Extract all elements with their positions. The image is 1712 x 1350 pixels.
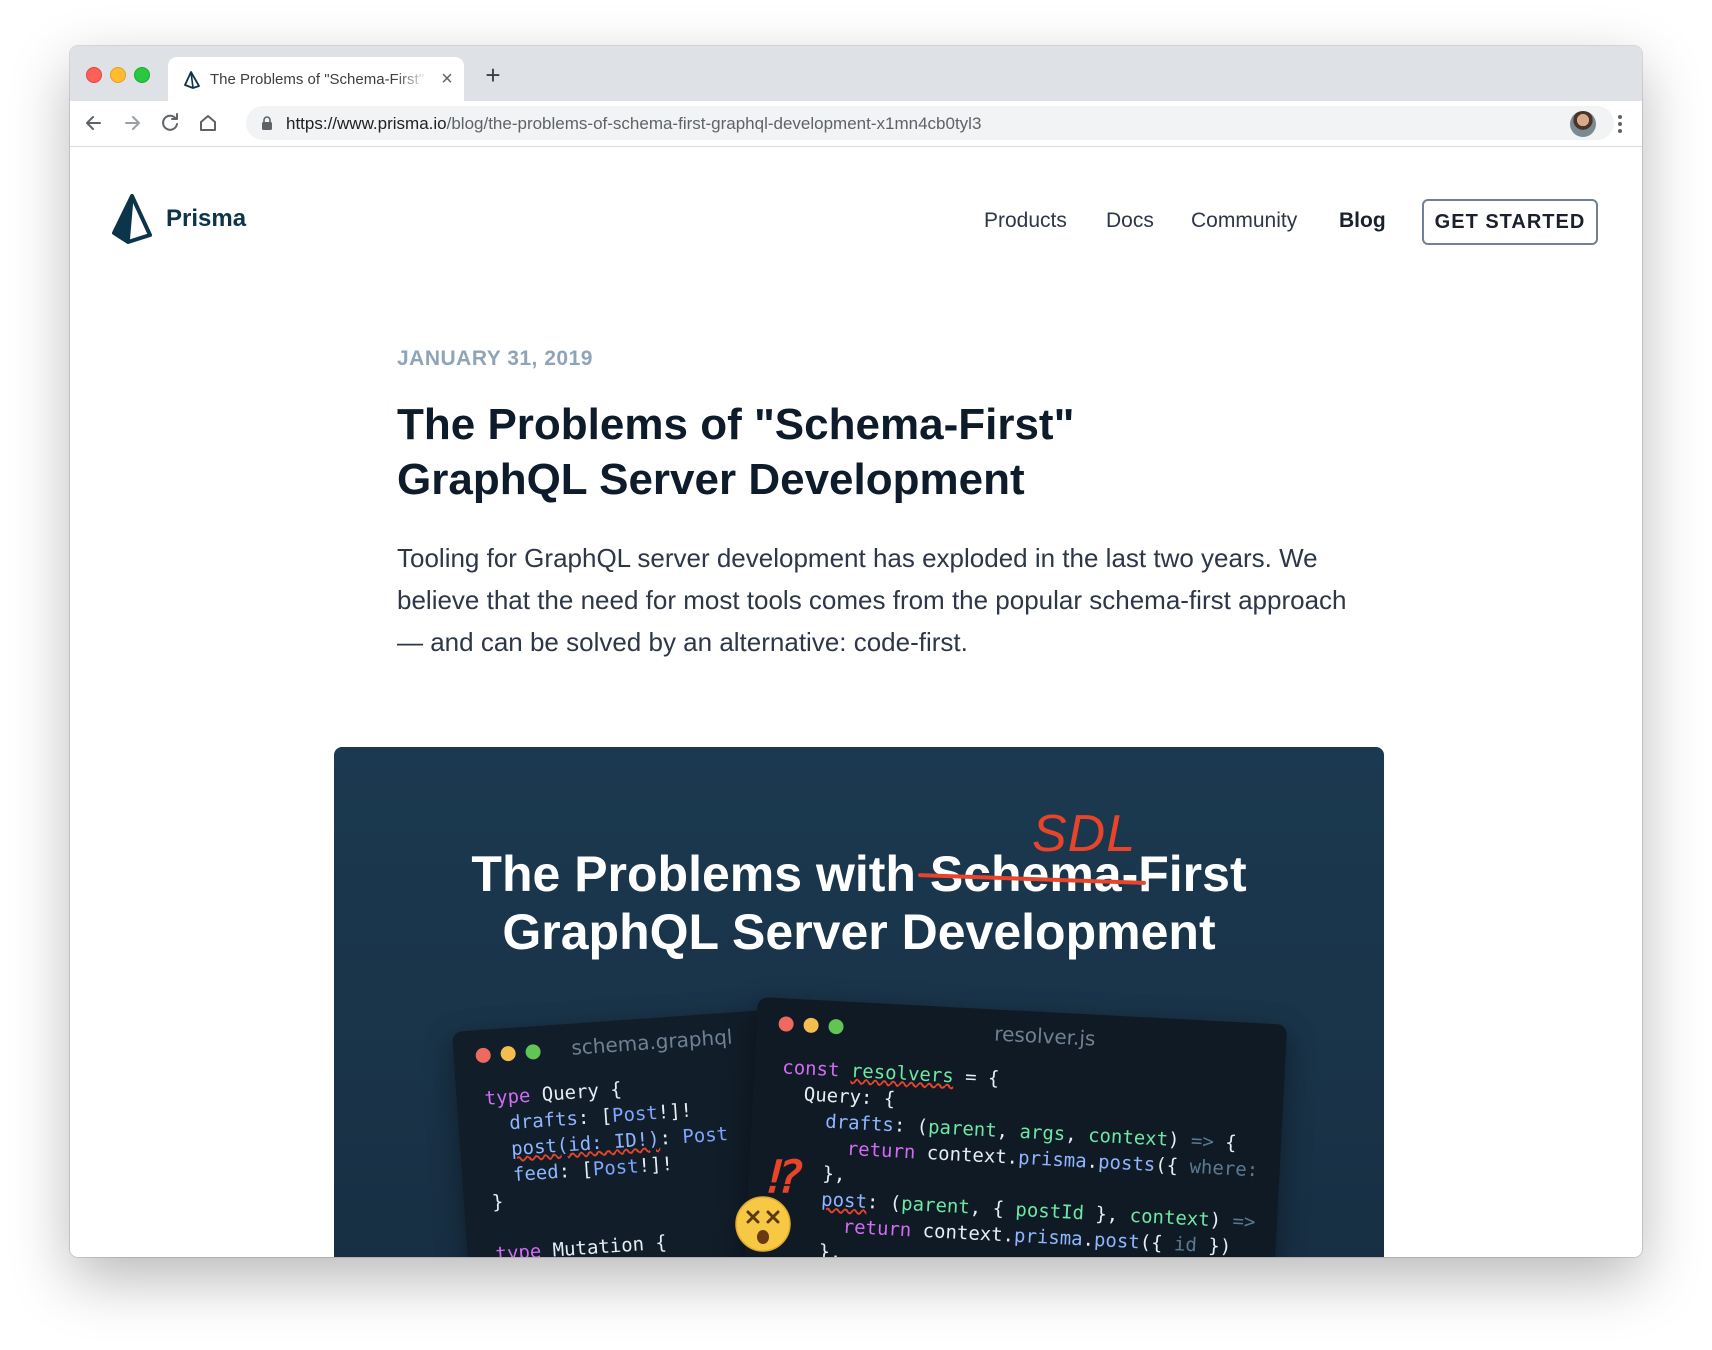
- address-bar[interactable]: https://www.prisma.io/blog/the-problems-…: [246, 106, 1614, 140]
- schema-code: type Query { drafts: [Post!]! post(id: I…: [483, 1078, 729, 1257]
- post-date: JANUARY 31, 2019: [397, 347, 593, 370]
- new-tab-icon[interactable]: +: [478, 61, 508, 91]
- nav-docs[interactable]: Docs: [1106, 209, 1154, 233]
- resolver-editor-window: resolver.js const resolvers = { Query: {…: [742, 997, 1288, 1257]
- nav-community[interactable]: Community: [1191, 209, 1297, 233]
- resolver-file-name: resolver.js: [993, 1021, 1097, 1051]
- maximize-window-button[interactable]: [134, 67, 150, 83]
- brand-name[interactable]: Prisma: [166, 205, 246, 233]
- prisma-favicon-icon: [184, 71, 200, 89]
- url-path: /blog/the-problems-of-schema-first-graph…: [446, 114, 982, 133]
- hero-struck-word: Schema: [917, 846, 1146, 902]
- back-icon[interactable]: [80, 109, 108, 137]
- browser-toolbar: https://www.prisma.io/blog/the-problems-…: [70, 101, 1642, 147]
- hero-title-line1: The Problems with Schema -First: [334, 845, 1384, 903]
- lock-icon: [262, 116, 272, 130]
- editor-dot-yellow: [500, 1045, 517, 1062]
- nav-products[interactable]: Products: [984, 209, 1067, 233]
- tab-title: The Problems of "Schema-First" GraphQL S…: [210, 71, 428, 88]
- minimize-window-button[interactable]: [110, 67, 126, 83]
- get-started-button[interactable]: GET STARTED: [1422, 199, 1598, 245]
- forward-icon[interactable]: [118, 109, 146, 137]
- editor-dot-green: [525, 1043, 542, 1060]
- home-icon[interactable]: [194, 109, 222, 137]
- prisma-logo-icon[interactable]: [110, 193, 154, 245]
- schema-file-name: schema.graphql: [570, 1024, 734, 1060]
- hero-line1-prefix: The Problems with: [471, 846, 930, 902]
- resolver-code: const resolvers = { Query: { drafts: (pa…: [772, 1056, 1259, 1257]
- post-title: The Problems of "Schema-First" GraphQL S…: [397, 400, 1075, 504]
- browser-window: The Problems of "Schema-First" GraphQL S…: [70, 46, 1642, 1257]
- title-bar: The Problems of "Schema-First" GraphQL S…: [70, 46, 1642, 101]
- browser-tab[interactable]: The Problems of "Schema-First" GraphQL S…: [168, 57, 464, 101]
- url-text[interactable]: https://www.prisma.io/blog/the-problems-…: [286, 114, 981, 134]
- page-content: Prisma Products Docs Community Blog GET …: [70, 147, 1642, 1257]
- editor-dot-yellow: [803, 1017, 819, 1034]
- hero-line1-suffix: -First: [1121, 846, 1247, 902]
- editor-dot-green: [828, 1018, 844, 1035]
- nav-blog[interactable]: Blog: [1339, 209, 1386, 233]
- hero-title-line2: GraphQL Server Development: [502, 904, 1216, 960]
- editor-dot-red: [778, 1016, 795, 1032]
- url-host: https://www.prisma.io: [286, 114, 447, 133]
- dizzy-face-emoji-icon: [735, 1196, 791, 1252]
- profile-avatar[interactable]: [1570, 111, 1596, 137]
- tab-close-icon[interactable]: ×: [434, 66, 460, 92]
- post-excerpt: Tooling for GraphQL server development h…: [397, 543, 1347, 657]
- reload-icon[interactable]: [156, 109, 184, 137]
- close-window-button[interactable]: [86, 67, 102, 83]
- editor-dot-red: [475, 1047, 492, 1064]
- browser-menu-icon[interactable]: [1610, 113, 1630, 135]
- hero-image: SDL The Problems with Schema -First Graph…: [334, 747, 1384, 1257]
